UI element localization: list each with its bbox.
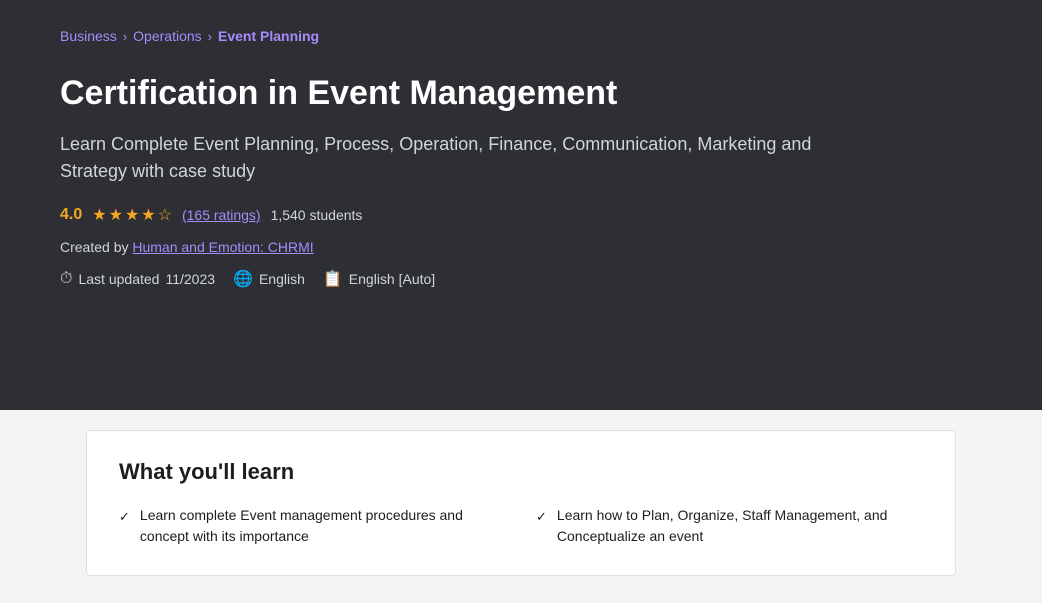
breadcrumb-separator-2: › <box>208 29 212 44</box>
learn-grid: ✓ Learn complete Event management proced… <box>119 505 923 547</box>
ratings-link[interactable]: (165 ratings) <box>182 207 261 223</box>
creator-link[interactable]: Human and Emotion: CHRMI <box>132 239 313 255</box>
learn-text-left-1: Learn complete Event management procedur… <box>140 505 506 547</box>
star-1: ★ <box>92 205 106 225</box>
rating-row: 4.0 ★ ★ ★ ★ ☆ (165 ratings) 1,540 studen… <box>60 205 982 225</box>
creator-label: Created by <box>60 239 128 255</box>
captions-item: 📋 English [Auto] <box>323 269 435 289</box>
breadcrumb-separator-1: › <box>123 29 127 44</box>
learn-item-right-1: ✓ Learn how to Plan, Organize, Staff Man… <box>536 505 923 547</box>
rating-score: 4.0 <box>60 206 82 224</box>
breadcrumb-event-planning: Event Planning <box>218 28 319 44</box>
star-rating: ★ ★ ★ ★ ☆ <box>92 205 172 225</box>
star-half: ☆ <box>158 205 172 225</box>
star-2: ★ <box>109 205 123 225</box>
star-3: ★ <box>125 205 139 225</box>
clock-icon: ⏱ <box>60 270 72 288</box>
learn-text-right-1: Learn how to Plan, Organize, Staff Manag… <box>557 505 923 547</box>
language-value: English <box>259 271 305 287</box>
last-updated-item: ⏱ Last updated 11/2023 <box>60 270 215 288</box>
hero-section: Business › Operations › Event Planning C… <box>0 0 1042 410</box>
breadcrumb: Business › Operations › Event Planning <box>60 28 982 44</box>
course-subtitle: Learn Complete Event Planning, Process, … <box>60 131 840 185</box>
language-item: 🌐 English <box>233 269 305 289</box>
learn-item-left-1: ✓ Learn complete Event management proced… <box>119 505 506 547</box>
last-updated-value: 11/2023 <box>165 271 215 287</box>
captions-value: English [Auto] <box>349 271 435 287</box>
star-4: ★ <box>141 205 155 225</box>
checkmark-icon-2: ✓ <box>536 507 547 527</box>
breadcrumb-business[interactable]: Business <box>60 28 117 44</box>
checkmark-icon-1: ✓ <box>119 507 130 527</box>
meta-row: ⏱ Last updated 11/2023 🌐 English 📋 Engli… <box>60 269 982 289</box>
globe-icon: 🌐 <box>233 269 253 289</box>
what-you-learn-title: What you'll learn <box>119 459 923 485</box>
students-count: 1,540 students <box>271 207 363 223</box>
last-updated-label: Last updated <box>78 271 159 287</box>
captions-icon: 📋 <box>323 269 343 289</box>
course-title: Certification in Event Management <box>60 72 880 115</box>
breadcrumb-operations[interactable]: Operations <box>133 28 201 44</box>
creator-row: Created by Human and Emotion: CHRMI <box>60 239 982 255</box>
what-you-learn-section: What you'll learn ✓ Learn complete Event… <box>86 430 956 576</box>
